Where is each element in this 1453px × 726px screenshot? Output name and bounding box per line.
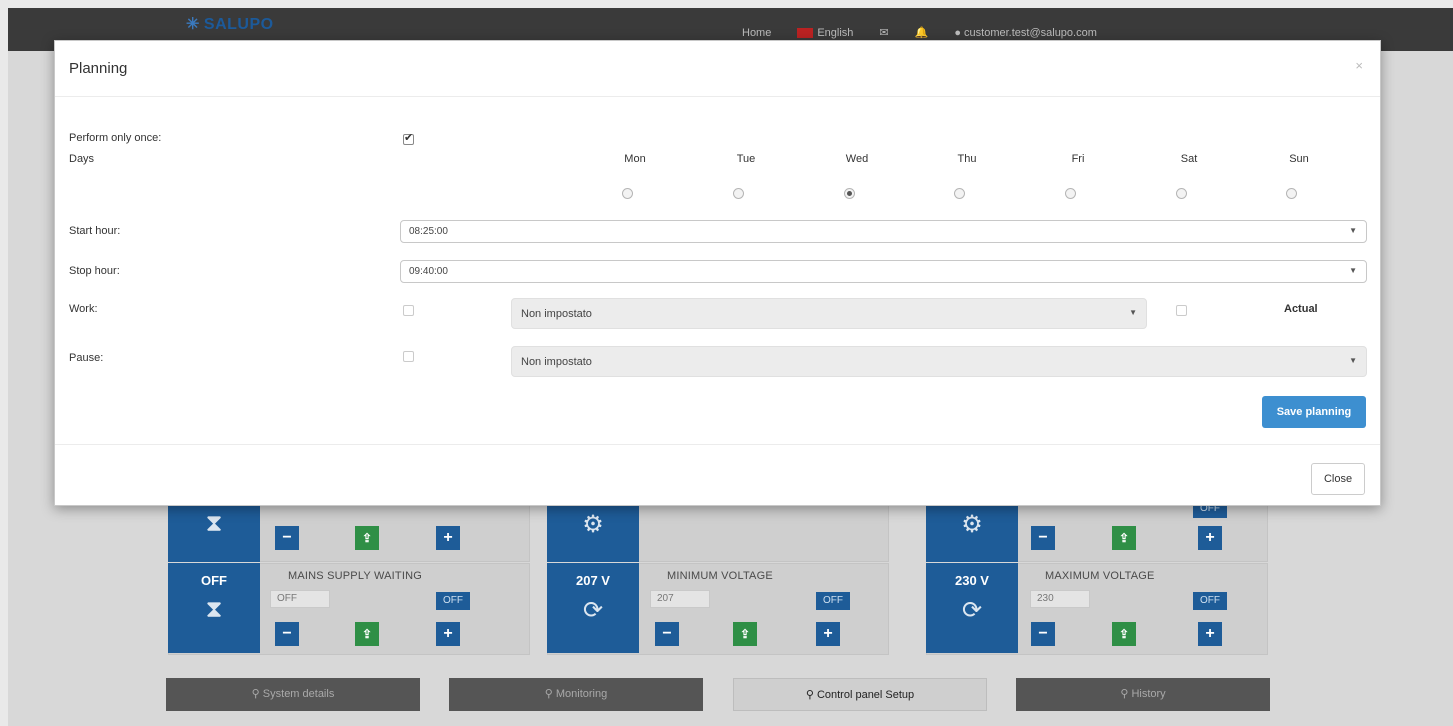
close-icon[interactable]: × (1355, 58, 1363, 73)
uk-flag-icon (797, 27, 814, 38)
day-radio-tue[interactable] (733, 188, 744, 199)
modal-header: Planning × (55, 41, 1380, 97)
tile-label: MAINS SUPPLY WAITING (288, 570, 422, 582)
chevron-down-icon: ▼ (1349, 266, 1357, 275)
tile-label: MAXIMUM VOLTAGE (1045, 570, 1155, 582)
stop-hour-select[interactable]: 09:40:00 ▼ (400, 260, 1367, 283)
tile-max-voltage-status: 230 V ⟳ (926, 563, 1018, 653)
increment-button[interactable]: + (436, 526, 460, 550)
hourglass-icon: ⧗ (205, 596, 223, 623)
pause-select[interactable]: Non impostato ▼ (511, 346, 1367, 377)
work-select[interactable]: Non impostato ▼ (511, 298, 1147, 329)
logo[interactable]: ✳ SALUPO (186, 14, 274, 34)
day-radio-sun[interactable] (1286, 188, 1297, 199)
nav-language[interactable]: English (797, 27, 853, 39)
pause-label: Pause: (69, 352, 104, 364)
work-label: Work: (69, 303, 98, 315)
value-input[interactable]: 207 (650, 590, 710, 608)
day-label-thu: Thu (957, 153, 977, 165)
off-button[interactable]: OFF (816, 592, 850, 610)
off-button[interactable]: OFF (1193, 592, 1227, 610)
perform-once-label: Perform only once: (69, 132, 162, 144)
value-input[interactable]: 230 (1030, 590, 1090, 608)
refresh-icon: ⟳ (582, 597, 604, 624)
day-label-sat: Sat (1180, 153, 1198, 165)
start-hour-label: Start hour: (69, 225, 121, 237)
decrement-button[interactable]: − (275, 526, 299, 550)
save-value-button[interactable]: ⇪ (355, 526, 379, 550)
save-value-button[interactable]: ⇪ (1112, 526, 1136, 550)
value-input[interactable]: OFF (270, 590, 330, 608)
day-label-sun: Sun (1289, 153, 1309, 165)
start-hour-select[interactable]: 08:25:00 ▼ (400, 220, 1367, 243)
gear-icon: ⚙ (582, 511, 604, 538)
chevron-down-icon: ▼ (1349, 226, 1357, 235)
day-label-mon: Mon (624, 153, 646, 165)
decrement-button[interactable]: − (655, 622, 679, 646)
day-radio-sat[interactable] (1176, 188, 1187, 199)
modal-title: Planning (69, 60, 128, 77)
close-button[interactable]: Close (1311, 463, 1365, 495)
search-icon: ⚲ (1120, 688, 1132, 700)
pause-checkbox[interactable] (403, 351, 414, 362)
save-value-button[interactable]: ⇪ (733, 622, 757, 646)
hourglass-icon: ⧗ (205, 510, 223, 537)
bell-icon[interactable]: 🔔 (915, 26, 929, 39)
save-value-button[interactable]: ⇪ (355, 622, 379, 646)
chevron-down-icon: ▼ (1129, 308, 1137, 317)
nav-home[interactable]: Home (742, 27, 771, 39)
save-value-button[interactable]: ⇪ (1112, 622, 1136, 646)
days-label: Days (69, 153, 95, 165)
tab-control-panel-setup[interactable]: ⚲ Control panel Setup (733, 678, 987, 711)
day-radio-thu[interactable] (954, 188, 965, 199)
off-button[interactable]: OFF (436, 592, 470, 610)
search-icon: ⚲ (251, 688, 263, 700)
day-label-wed: Wed (845, 153, 869, 165)
tab-system-details[interactable]: ⚲ System details (166, 678, 420, 711)
tile-mains-status: OFF ⧗ (168, 563, 260, 653)
decrement-button[interactable]: − (1031, 622, 1055, 646)
logo-icon: ✳ (186, 16, 200, 33)
tile-min-voltage-status: 207 V ⟳ (547, 563, 639, 653)
search-icon: ⚲ (805, 689, 817, 701)
day-label-fri: Fri (1071, 153, 1085, 165)
stop-hour-label: Stop hour: (69, 265, 120, 277)
top-nav: Home English ✉ 🔔 ● customer.test@salupo.… (742, 26, 1097, 40)
planning-modal: Planning × Perform only once: Days Mon T… (54, 40, 1381, 506)
save-planning-button[interactable]: Save planning (1262, 396, 1366, 428)
increment-button[interactable]: + (436, 622, 460, 646)
day-radio-wed[interactable] (844, 188, 855, 199)
day-radio-mon[interactable] (622, 188, 633, 199)
modal-footer: Close (55, 444, 1380, 507)
work-checkbox[interactable] (403, 305, 414, 316)
increment-button[interactable]: + (816, 622, 840, 646)
actual-checkbox[interactable] (1176, 305, 1187, 316)
increment-button[interactable]: + (1198, 526, 1222, 550)
increment-button[interactable]: + (1198, 622, 1222, 646)
refresh-icon: ⟳ (961, 597, 983, 624)
nav-user[interactable]: ● customer.test@salupo.com (954, 27, 1097, 39)
gear-icon: ⚙ (961, 511, 983, 538)
tab-history[interactable]: ⚲ History (1016, 678, 1270, 711)
chevron-down-icon: ▼ (1349, 356, 1357, 365)
actual-label: Actual (1284, 303, 1318, 315)
tab-monitoring[interactable]: ⚲ Monitoring (449, 678, 703, 711)
decrement-button[interactable]: − (275, 622, 299, 646)
search-icon: ⚲ (544, 688, 556, 700)
day-radio-fri[interactable] (1065, 188, 1076, 199)
tile-label: MINIMUM VOLTAGE (667, 570, 773, 582)
mail-icon[interactable]: ✉ (879, 26, 888, 39)
day-label-tue: Tue (736, 153, 756, 165)
decrement-button[interactable]: − (1031, 526, 1055, 550)
perform-once-checkbox[interactable] (403, 131, 414, 145)
